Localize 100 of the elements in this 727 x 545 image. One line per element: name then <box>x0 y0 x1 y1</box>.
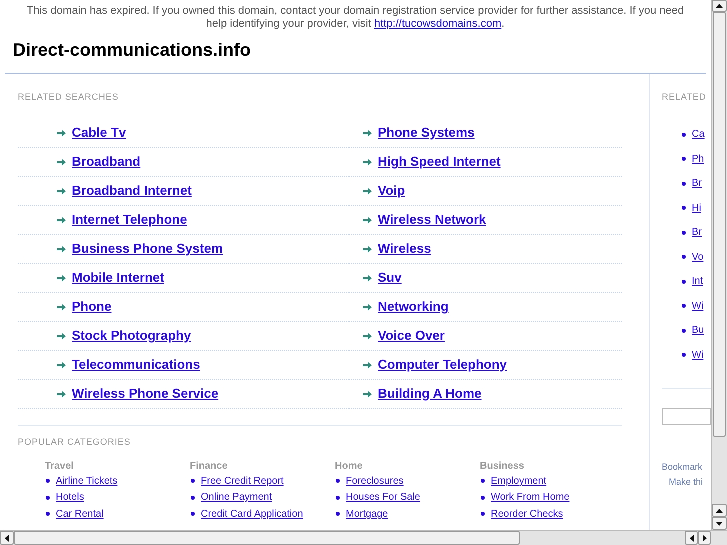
bullet-icon <box>191 512 195 516</box>
category-link[interactable]: Work From Home <box>491 490 570 506</box>
search-link[interactable]: Wireless <box>378 239 432 259</box>
category-title: Finance <box>190 460 228 473</box>
search-link[interactable]: Building A Home <box>378 384 482 404</box>
search-link[interactable]: Mobile Internet <box>72 268 164 288</box>
bullet-icon <box>682 304 686 308</box>
bullet-icon <box>682 255 686 260</box>
bullet-icon <box>481 512 485 516</box>
arrow-icon <box>363 362 372 368</box>
sidebar-link[interactable]: Br <box>692 225 702 240</box>
search-link[interactable]: Wireless Phone Service <box>72 384 219 404</box>
scroll-thumb[interactable] <box>14 531 520 545</box>
arrow-icon <box>363 130 372 136</box>
scroll-thumb[interactable] <box>713 12 726 437</box>
category-link[interactable]: Car Rental <box>56 506 104 522</box>
sidebar-link[interactable]: Ph <box>692 152 704 167</box>
category-link[interactable]: Reorder Checks <box>491 506 564 522</box>
category-link[interactable]: Airline Tickets <box>56 474 118 489</box>
category-link[interactable]: Free Credit Report <box>201 474 284 489</box>
scroll-right-icon[interactable] <box>698 531 711 545</box>
bullet-icon <box>46 479 50 484</box>
bookmark-link[interactable]: Bookmark <box>662 460 703 474</box>
arrow-icon <box>57 304 66 310</box>
category-link[interactable]: Credit Card Application <box>201 506 304 522</box>
bullet-icon <box>46 512 50 516</box>
search-link[interactable]: Phone Systems <box>378 123 475 143</box>
arrow-icon <box>363 246 372 252</box>
bullet-icon <box>336 496 340 500</box>
bullet-icon <box>191 496 195 500</box>
category-link[interactable]: Mortgage <box>346 506 388 522</box>
homepage-link[interactable]: Make thi <box>669 476 704 490</box>
search-link[interactable]: Internet Telephone <box>72 210 188 230</box>
arrow-icon <box>363 274 372 282</box>
category-link[interactable]: Hotels <box>56 490 84 506</box>
scroll-left-icon[interactable] <box>0 531 14 545</box>
bullet-icon <box>682 328 686 333</box>
scroll-down-icon[interactable] <box>712 517 727 530</box>
expiry-notice: This domain has expired. If you owned this domain, contact your domain registration service provider for further assistance. If you need help identifying your provider, visit http://tucowsdomains.com. <box>26 4 686 31</box>
sidebar-link[interactable]: Bu <box>692 323 704 338</box>
vertical-scrollbar[interactable] <box>711 0 727 530</box>
bullet-icon <box>481 479 485 484</box>
sidebar-link[interactable]: Br <box>692 176 702 192</box>
arrow-icon <box>57 130 66 136</box>
sidebar-link[interactable]: Vo <box>692 250 704 265</box>
search-link[interactable]: Business Phone System <box>72 239 223 259</box>
bullet-icon <box>682 206 686 210</box>
search-link[interactable]: Phone <box>72 297 112 317</box>
arrow-icon <box>363 304 372 310</box>
search-link[interactable]: Telecommunications <box>72 355 200 375</box>
bullet-icon <box>682 157 686 162</box>
search-link[interactable]: Networking <box>378 297 449 317</box>
bullet-icon <box>682 353 686 358</box>
search-link[interactable]: Broadband <box>72 152 141 172</box>
scroll-up-icon[interactable] <box>712 504 727 517</box>
arrow-icon <box>57 216 66 224</box>
search-link[interactable]: Stock Photography <box>72 326 192 346</box>
category-link[interactable]: Foreclosures <box>346 474 404 489</box>
arrow-icon <box>363 216 372 224</box>
sidebar-link[interactable]: Int <box>692 274 704 290</box>
search-link[interactable]: Voip <box>378 181 406 201</box>
search-link[interactable]: Cable Tv <box>72 123 126 143</box>
search-field[interactable] <box>662 408 711 424</box>
arrow-icon <box>57 246 66 252</box>
sidebar-heading: RELATED <box>662 91 706 104</box>
scroll-left-icon[interactable] <box>685 531 698 545</box>
sidebar-link[interactable]: Ca <box>692 127 705 142</box>
search-link[interactable]: Wireless Network <box>378 210 486 230</box>
category-title: Business <box>480 460 524 473</box>
search-link[interactable]: Voice Over <box>378 326 445 346</box>
category-link[interactable]: Employment <box>491 474 547 489</box>
arrow-icon <box>363 332 372 340</box>
bullet-icon <box>336 512 340 516</box>
arrow-icon <box>363 390 372 398</box>
bullet-icon <box>682 182 686 186</box>
bullet-icon <box>682 132 686 137</box>
arrow-icon <box>57 390 66 398</box>
arrow-icon <box>57 332 66 340</box>
search-link[interactable]: Suv <box>378 268 402 288</box>
provider-link[interactable]: http://tucowsdomains.com <box>374 18 502 30</box>
search-link[interactable]: High Speed Internet <box>378 152 501 172</box>
sidebar-link[interactable]: Wi <box>692 348 704 363</box>
horizontal-scrollbar[interactable] <box>0 530 727 545</box>
bullet-icon <box>46 496 50 500</box>
category-title: Home <box>335 460 363 473</box>
sidebar-link[interactable]: Wi <box>692 298 704 314</box>
site-title: Direct-communications.info <box>13 39 252 61</box>
bullet-icon <box>682 230 686 235</box>
category-title: Travel <box>45 460 74 473</box>
search-link[interactable]: Broadband Internet <box>72 181 192 201</box>
scroll-up-icon[interactable] <box>712 0 727 12</box>
category-link[interactable]: Online Payment <box>201 490 272 506</box>
bullet-icon <box>336 479 340 484</box>
arrow-icon <box>57 158 66 166</box>
arrow-icon <box>57 274 66 282</box>
sidebar-link[interactable]: Hi <box>692 200 702 216</box>
section-heading: POPULAR CATEGORIES <box>18 436 131 449</box>
search-link[interactable]: Computer Telephony <box>378 355 508 375</box>
category-link[interactable]: Houses For Sale <box>346 490 420 506</box>
arrow-icon <box>57 362 66 368</box>
